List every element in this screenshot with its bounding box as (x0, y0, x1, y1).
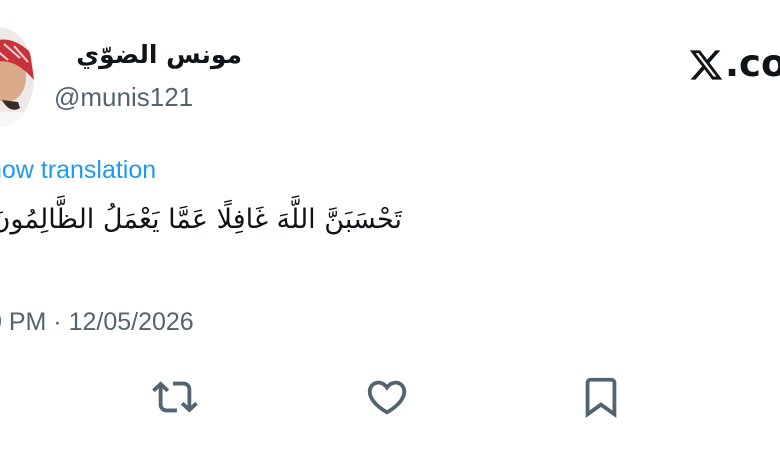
retweet-icon (152, 381, 198, 413)
brand-text: .co (725, 42, 780, 85)
heart-icon (367, 380, 407, 415)
like-button[interactable] (364, 374, 410, 420)
author-display-name[interactable]: مونس الضوّي (52, 38, 242, 72)
show-translation-link[interactable]: how translation (0, 154, 156, 186)
author-handle[interactable]: @munis121 (54, 80, 193, 114)
retweet-button[interactable] (152, 374, 198, 420)
brand-watermark: .co (688, 42, 780, 86)
bookmark-icon (585, 377, 617, 418)
tweet-text: تَحْسَبَنَّ اللَّهَ غَافِلًا عَمَّا يَعْ… (0, 204, 402, 235)
bookmark-button[interactable] (578, 374, 624, 420)
tweet-timestamp[interactable]: 0 PM · 12/05/2026 (0, 306, 194, 338)
avatar-photo (0, 28, 34, 126)
avatar[interactable] (0, 28, 34, 126)
x-logo-icon (689, 50, 723, 80)
